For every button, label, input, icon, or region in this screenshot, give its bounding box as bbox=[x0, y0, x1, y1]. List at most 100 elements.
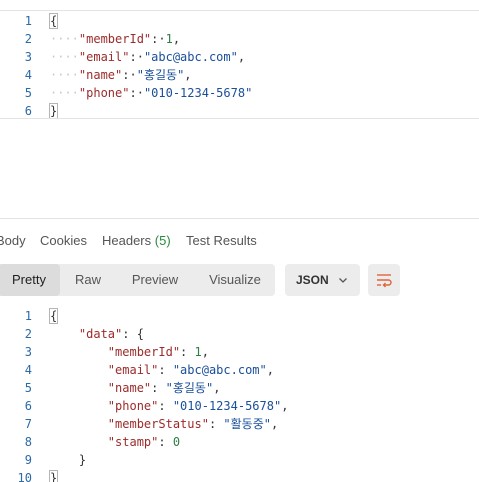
json-key: "email" bbox=[78, 50, 130, 64]
json-punctuation: } bbox=[48, 470, 59, 482]
json-key: "phone" bbox=[78, 86, 130, 100]
tab-test-results-label: Test Results bbox=[186, 233, 257, 248]
code-line: 1{ bbox=[0, 12, 479, 30]
json-punctuation: : bbox=[180, 345, 195, 359]
json-string: "010-1234-5678" bbox=[143, 86, 253, 100]
json-key: "email" bbox=[107, 363, 159, 377]
json-key: "data" bbox=[78, 327, 123, 341]
code-text: ····"email":·"abc@abc.com", bbox=[50, 48, 245, 66]
indent-whitespace: ···· bbox=[50, 32, 79, 46]
json-punctuation: } bbox=[78, 453, 87, 467]
json-punctuation: , bbox=[237, 50, 246, 64]
json-punctuation: { bbox=[48, 13, 59, 29]
code-text: "stamp": 0 bbox=[50, 433, 180, 451]
code-text: "name": "홍길동", bbox=[50, 379, 221, 397]
code-text: "memberId": 1, bbox=[50, 343, 209, 361]
format-select[interactable]: JSON bbox=[285, 264, 360, 296]
json-key: "name" bbox=[78, 68, 123, 82]
indent-whitespace: ···· bbox=[50, 68, 79, 82]
response-divider[interactable] bbox=[0, 218, 479, 219]
line-number: 10 bbox=[17, 471, 32, 482]
json-key: "stamp" bbox=[107, 435, 159, 449]
code-line: 5 "name": "홍길동", bbox=[0, 379, 479, 397]
code-text: ····"name":·"홍길동", bbox=[50, 66, 192, 84]
editor-bottom-divider bbox=[0, 118, 479, 119]
line-number: 3 bbox=[24, 50, 32, 64]
json-punctuation: :· bbox=[129, 86, 144, 100]
tab-body-label: Body bbox=[0, 233, 26, 248]
json-punctuation: : bbox=[158, 435, 173, 449]
top-divider bbox=[0, 10, 479, 11]
response-tabs: Body Cookies Headers (5) Test Results bbox=[0, 226, 479, 256]
code-text: "memberStatus": "활동중", bbox=[50, 415, 278, 433]
json-punctuation: , bbox=[281, 399, 289, 413]
line-number: 6 bbox=[24, 399, 32, 413]
code-line: 2 "data": { bbox=[0, 325, 479, 343]
view-visualize-button[interactable]: Visualize bbox=[202, 264, 268, 296]
code-line: 8 "stamp": 0 bbox=[0, 433, 479, 451]
json-string: "abc@abc.com" bbox=[143, 50, 238, 64]
tab-cookies[interactable]: Cookies bbox=[40, 226, 87, 256]
view-mode-group: Pretty Raw Preview Visualize bbox=[0, 264, 275, 296]
code-text: { bbox=[48, 12, 59, 30]
json-string: "010-1234-5678" bbox=[172, 399, 282, 413]
json-punctuation: , bbox=[184, 68, 192, 82]
json-punctuation: , bbox=[270, 417, 279, 431]
json-punctuation: , bbox=[266, 363, 274, 377]
json-key: "phone" bbox=[107, 399, 159, 413]
chevron-down-icon bbox=[339, 278, 347, 283]
code-text: } bbox=[50, 451, 86, 469]
tab-test-results[interactable]: Test Results bbox=[186, 226, 257, 256]
code-line: 4 "email": "abc@abc.com", bbox=[0, 361, 479, 379]
indent-whitespace: ···· bbox=[50, 50, 79, 64]
code-line: 5 ····"phone":·"010-1234-5678" bbox=[0, 84, 479, 102]
line-number: 2 bbox=[24, 32, 32, 46]
json-punctuation: } bbox=[48, 103, 59, 119]
json-number: 1 bbox=[194, 345, 202, 359]
tab-cookies-label: Cookies bbox=[40, 233, 87, 248]
view-preview-button[interactable]: Preview bbox=[126, 264, 184, 296]
view-pretty-button[interactable]: Pretty bbox=[0, 264, 60, 296]
code-text: "phone": "010-1234-5678", bbox=[50, 397, 289, 415]
json-punctuation: , bbox=[213, 381, 221, 395]
code-line: 1{ bbox=[0, 307, 479, 325]
json-punctuation: : bbox=[151, 381, 166, 395]
line-number: 3 bbox=[24, 345, 32, 359]
json-punctuation: :· bbox=[122, 68, 137, 82]
tab-headers[interactable]: Headers (5) bbox=[102, 226, 171, 256]
view-raw-button[interactable]: Raw bbox=[68, 264, 108, 296]
line-number: 8 bbox=[24, 435, 32, 449]
code-text: ····"memberId":·1, bbox=[50, 30, 180, 48]
code-line: 9 } bbox=[0, 451, 479, 469]
code-text: "email": "abc@abc.com", bbox=[50, 361, 274, 379]
json-punctuation: , bbox=[172, 32, 181, 46]
json-number: 0 bbox=[172, 435, 181, 449]
wrap-lines-icon bbox=[377, 274, 392, 288]
json-string: "abc@abc.com" bbox=[172, 363, 267, 377]
code-line: 10} bbox=[0, 469, 479, 482]
json-string: "활동중" bbox=[223, 417, 271, 431]
format-select-value: JSON bbox=[296, 273, 329, 287]
json-punctuation: :· bbox=[129, 50, 144, 64]
json-punctuation: : bbox=[158, 399, 173, 413]
json-punctuation: : { bbox=[122, 327, 144, 341]
json-punctuation: :· bbox=[151, 32, 166, 46]
line-number: 5 bbox=[24, 381, 32, 395]
wrap-lines-button[interactable] bbox=[368, 264, 400, 296]
postman-response-view: 1{2 ····"memberId":·1, 3 ····"email":·"abc@… bbox=[0, 0, 479, 482]
code-text: ····"phone":·"010-1234-5678" bbox=[50, 84, 252, 102]
tab-body[interactable]: Body bbox=[0, 226, 26, 256]
line-number: 4 bbox=[24, 363, 32, 377]
headers-count-badge: (5) bbox=[154, 233, 171, 248]
line-number: 7 bbox=[24, 417, 32, 431]
response-toolbar: Pretty Raw Preview Visualize JSON bbox=[0, 264, 479, 296]
line-number: 9 bbox=[24, 453, 32, 467]
